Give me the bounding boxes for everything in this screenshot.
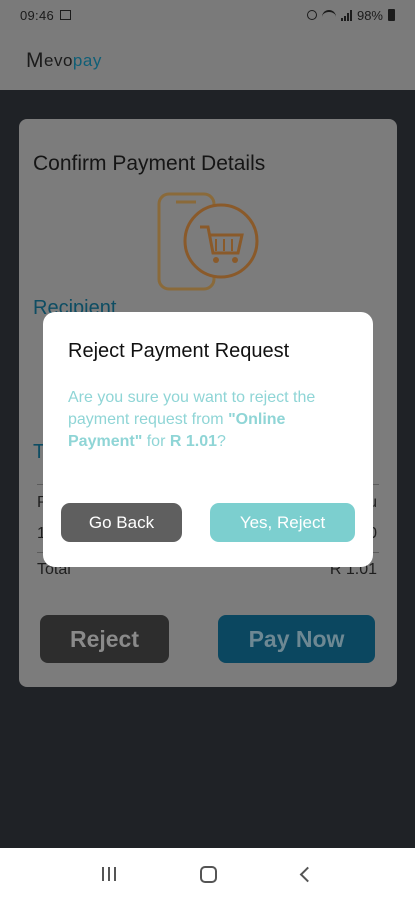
status-bar: 09:46 98%: [0, 0, 415, 30]
go-back-button[interactable]: Go Back: [61, 503, 182, 542]
page-title: Confirm Payment Details: [33, 152, 266, 175]
app-bar: Mevo pay: [0, 30, 415, 90]
reject-payment-dialog: Reject Payment Request Are you sure you …: [43, 312, 373, 567]
alarm-icon: [306, 10, 317, 20]
payment-amount: R 1.01: [169, 433, 217, 450]
battery-level: 98%: [356, 7, 383, 23]
signal-icon: [340, 9, 352, 21]
pay-now-button[interactable]: Pay Now: [218, 615, 375, 663]
home-icon[interactable]: [200, 865, 218, 883]
back-icon[interactable]: [299, 866, 316, 882]
yes-reject-button[interactable]: Yes, Reject: [210, 503, 355, 542]
reject-button[interactable]: Reject: [40, 615, 169, 663]
system-navigation-bar: [0, 848, 415, 900]
mevopay-logo: Mevo pay: [26, 48, 102, 72]
mobile-shopping-cart-icon: [157, 192, 259, 291]
gallery-icon: [60, 10, 72, 20]
wifi-icon: [321, 10, 336, 20]
dialog-title: Reject Payment Request: [68, 340, 290, 362]
status-time: 09:46: [20, 7, 55, 23]
battery-icon: [388, 9, 395, 21]
recent-apps-icon[interactable]: [102, 867, 117, 881]
dialog-message: Are you sure you want to reject the paym…: [68, 389, 316, 450]
status-icons: 98%: [306, 7, 395, 23]
